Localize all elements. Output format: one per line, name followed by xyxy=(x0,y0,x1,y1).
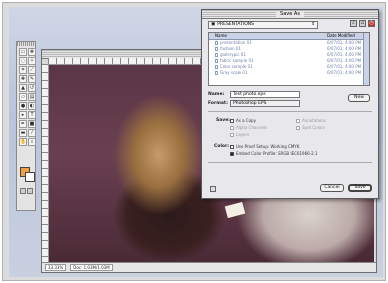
layers-checkbox[interactable]: Layers xyxy=(230,132,249,137)
checkbox-box xyxy=(296,118,300,123)
doc-size-info[interactable]: Doc: 1.03M/1.03M xyxy=(70,264,113,271)
file-list[interactable]: Name Date Modified presentation 01 6/07/0… xyxy=(208,32,370,86)
format-popup[interactable]: Photoshop EPS xyxy=(230,100,300,107)
name-column-header[interactable]: Name xyxy=(209,33,327,39)
search-icon[interactable]: ⌕ xyxy=(350,20,357,27)
dialog-title-bar[interactable]: Save As xyxy=(202,10,378,19)
lasso-tool-icon[interactable]: ◌ xyxy=(19,57,27,65)
format-label: Format: xyxy=(208,101,228,106)
hand-tool-icon[interactable]: ✋ xyxy=(19,138,27,146)
separator xyxy=(208,162,372,163)
checkbox-box xyxy=(230,132,234,137)
path-select-tool-icon[interactable]: ▸ xyxy=(19,111,27,119)
folder-icon: ▣ xyxy=(211,22,216,27)
type-tool-icon[interactable]: T xyxy=(28,111,36,119)
monitor-frame: ▭ ✥ ◌ ✧ ⌗ ⟋ ✚ ✎ ▲ ↺ ▱ ▤ ● ◐ ▸ T ✒ ■ ▬ ⁄ xyxy=(2,2,386,281)
background-color-swatch[interactable] xyxy=(25,172,35,182)
alpha-channels-checkbox[interactable]: Alpha Channels xyxy=(230,125,267,130)
checkbox-box xyxy=(230,151,234,156)
save-options-label: Save: xyxy=(216,118,231,123)
file-row[interactable]: Gray scale 01 6/07/01, 4:00 PM xyxy=(209,70,369,76)
vertical-ruler xyxy=(42,64,49,262)
embed-color-profile-checkbox[interactable]: Embed Color Profile: SRGB IEC61966-2.1 xyxy=(230,151,317,156)
document-icon xyxy=(215,47,218,51)
shape-tool-icon[interactable]: ■ xyxy=(28,120,36,128)
magic-wand-tool-icon[interactable]: ✧ xyxy=(28,57,36,65)
business-card-in-photo xyxy=(224,201,246,219)
document-icon xyxy=(215,65,218,69)
dialog-title: Save As xyxy=(276,11,304,17)
use-proof-setup-checkbox[interactable]: Use Proof Setup: Working CMYK xyxy=(230,144,299,149)
save-button[interactable]: Save xyxy=(348,184,372,192)
file-list-header: Name Date Modified xyxy=(209,33,369,40)
crop-tool-icon[interactable]: ⌗ xyxy=(19,66,27,74)
standard-mode-icon[interactable] xyxy=(20,188,26,194)
save-as-dialog: Save As ▣ PRESENTATIONS ⇕ ⌕ ⌂ ◷ Name Dat… xyxy=(201,9,379,199)
checkbox-box xyxy=(230,118,234,123)
zoom-level[interactable]: 33.33% xyxy=(45,264,67,271)
checkbox-box xyxy=(296,125,300,130)
checkbox-label: Embed Color Profile: SRGB IEC61966-2.1 xyxy=(236,151,318,156)
new-folder-button[interactable]: New xyxy=(348,94,370,102)
checkbox-label: As a Copy xyxy=(236,118,256,123)
folder-name: PRESENTATIONS xyxy=(217,22,254,27)
favorites-icon[interactable]: ⌂ xyxy=(359,20,366,27)
file-date: 6/07/01, 4:00 PM xyxy=(327,70,362,75)
eyedropper-tool-icon[interactable]: ⁄ xyxy=(28,129,36,137)
folder-popup[interactable]: ▣ PRESENTATIONS ⇕ xyxy=(208,21,318,29)
popup-arrows-icon: ⇕ xyxy=(311,22,315,27)
document-icon xyxy=(215,53,218,57)
slice-tool-icon[interactable]: ⟋ xyxy=(28,66,36,74)
document-icon xyxy=(215,59,218,63)
toolbox-palette: ▭ ✥ ◌ ✧ ⌗ ⟋ ✚ ✎ ▲ ↺ ▱ ▤ ● ◐ ▸ T ✒ ■ ▬ ⁄ xyxy=(16,41,36,211)
cancel-button[interactable]: Cancel xyxy=(320,184,344,192)
checkbox-label: Spot Colors xyxy=(302,125,325,130)
heal-tool-icon[interactable]: ✚ xyxy=(19,75,27,83)
as-a-copy-checkbox[interactable]: As a Copy xyxy=(230,118,256,123)
marquee-tool-icon[interactable]: ▭ xyxy=(19,48,27,56)
checkbox-box xyxy=(230,125,234,130)
recent-icon[interactable]: ◷ xyxy=(368,20,375,27)
notes-tool-icon[interactable]: ▬ xyxy=(19,129,27,137)
checkbox-label: Alpha Channels xyxy=(236,125,268,130)
pen-tool-icon[interactable]: ✒ xyxy=(19,120,27,128)
checkbox-label: Annotations xyxy=(302,118,327,123)
move-tool-icon[interactable]: ✥ xyxy=(28,48,36,56)
mode-buttons xyxy=(20,188,33,194)
dodge-tool-icon[interactable]: ◐ xyxy=(28,102,36,110)
gradient-tool-icon[interactable]: ▤ xyxy=(28,93,36,101)
stamp-tool-icon[interactable]: ▲ xyxy=(19,84,27,92)
file-name-field[interactable]: Test photo.eps xyxy=(230,91,300,98)
brush-tool-icon[interactable]: ✎ xyxy=(28,75,36,83)
quick-mask-icon[interactable] xyxy=(27,188,33,194)
desktop: ▭ ✥ ◌ ✧ ⌗ ⟋ ✚ ✎ ▲ ↺ ▱ ▤ ● ◐ ▸ T ✒ ■ ▬ ⁄ xyxy=(9,7,383,277)
name-label: Name: xyxy=(208,92,225,97)
file-list-scrollbar[interactable] xyxy=(363,33,369,85)
zoom-tool-icon[interactable]: ⌕ xyxy=(28,138,36,146)
file-name: Gray scale 01 xyxy=(220,70,248,75)
history-brush-tool-icon[interactable]: ↺ xyxy=(28,84,36,92)
document-icon xyxy=(215,71,218,75)
document-status-bar: 33.33% Doc: 1.03M/1.03M xyxy=(42,262,376,272)
color-options-label: Color: xyxy=(214,144,230,149)
checkbox-label: Use Proof Setup: Working CMYK xyxy=(236,144,300,149)
eraser-tool-icon[interactable]: ▱ xyxy=(19,93,27,101)
document-icon xyxy=(215,41,218,45)
blur-tool-icon[interactable]: ● xyxy=(19,102,27,110)
navigation-icons: ⌕ ⌂ ◷ xyxy=(350,20,375,27)
date-column-header[interactable]: Date Modified xyxy=(327,33,355,39)
spot-colors-checkbox[interactable]: Spot Colors xyxy=(296,125,325,130)
separator xyxy=(208,111,372,112)
checkbox-label: Layers xyxy=(236,132,250,137)
tool-grid: ▭ ✥ ◌ ✧ ⌗ ⟋ ✚ ✎ ▲ ↺ ▱ ▤ ● ◐ ▸ T ✒ ■ ▬ ⁄ xyxy=(17,46,36,148)
checkbox-box xyxy=(230,144,234,149)
file-info-icon[interactable] xyxy=(210,186,216,192)
annotations-checkbox[interactable]: Annotations xyxy=(296,118,326,123)
